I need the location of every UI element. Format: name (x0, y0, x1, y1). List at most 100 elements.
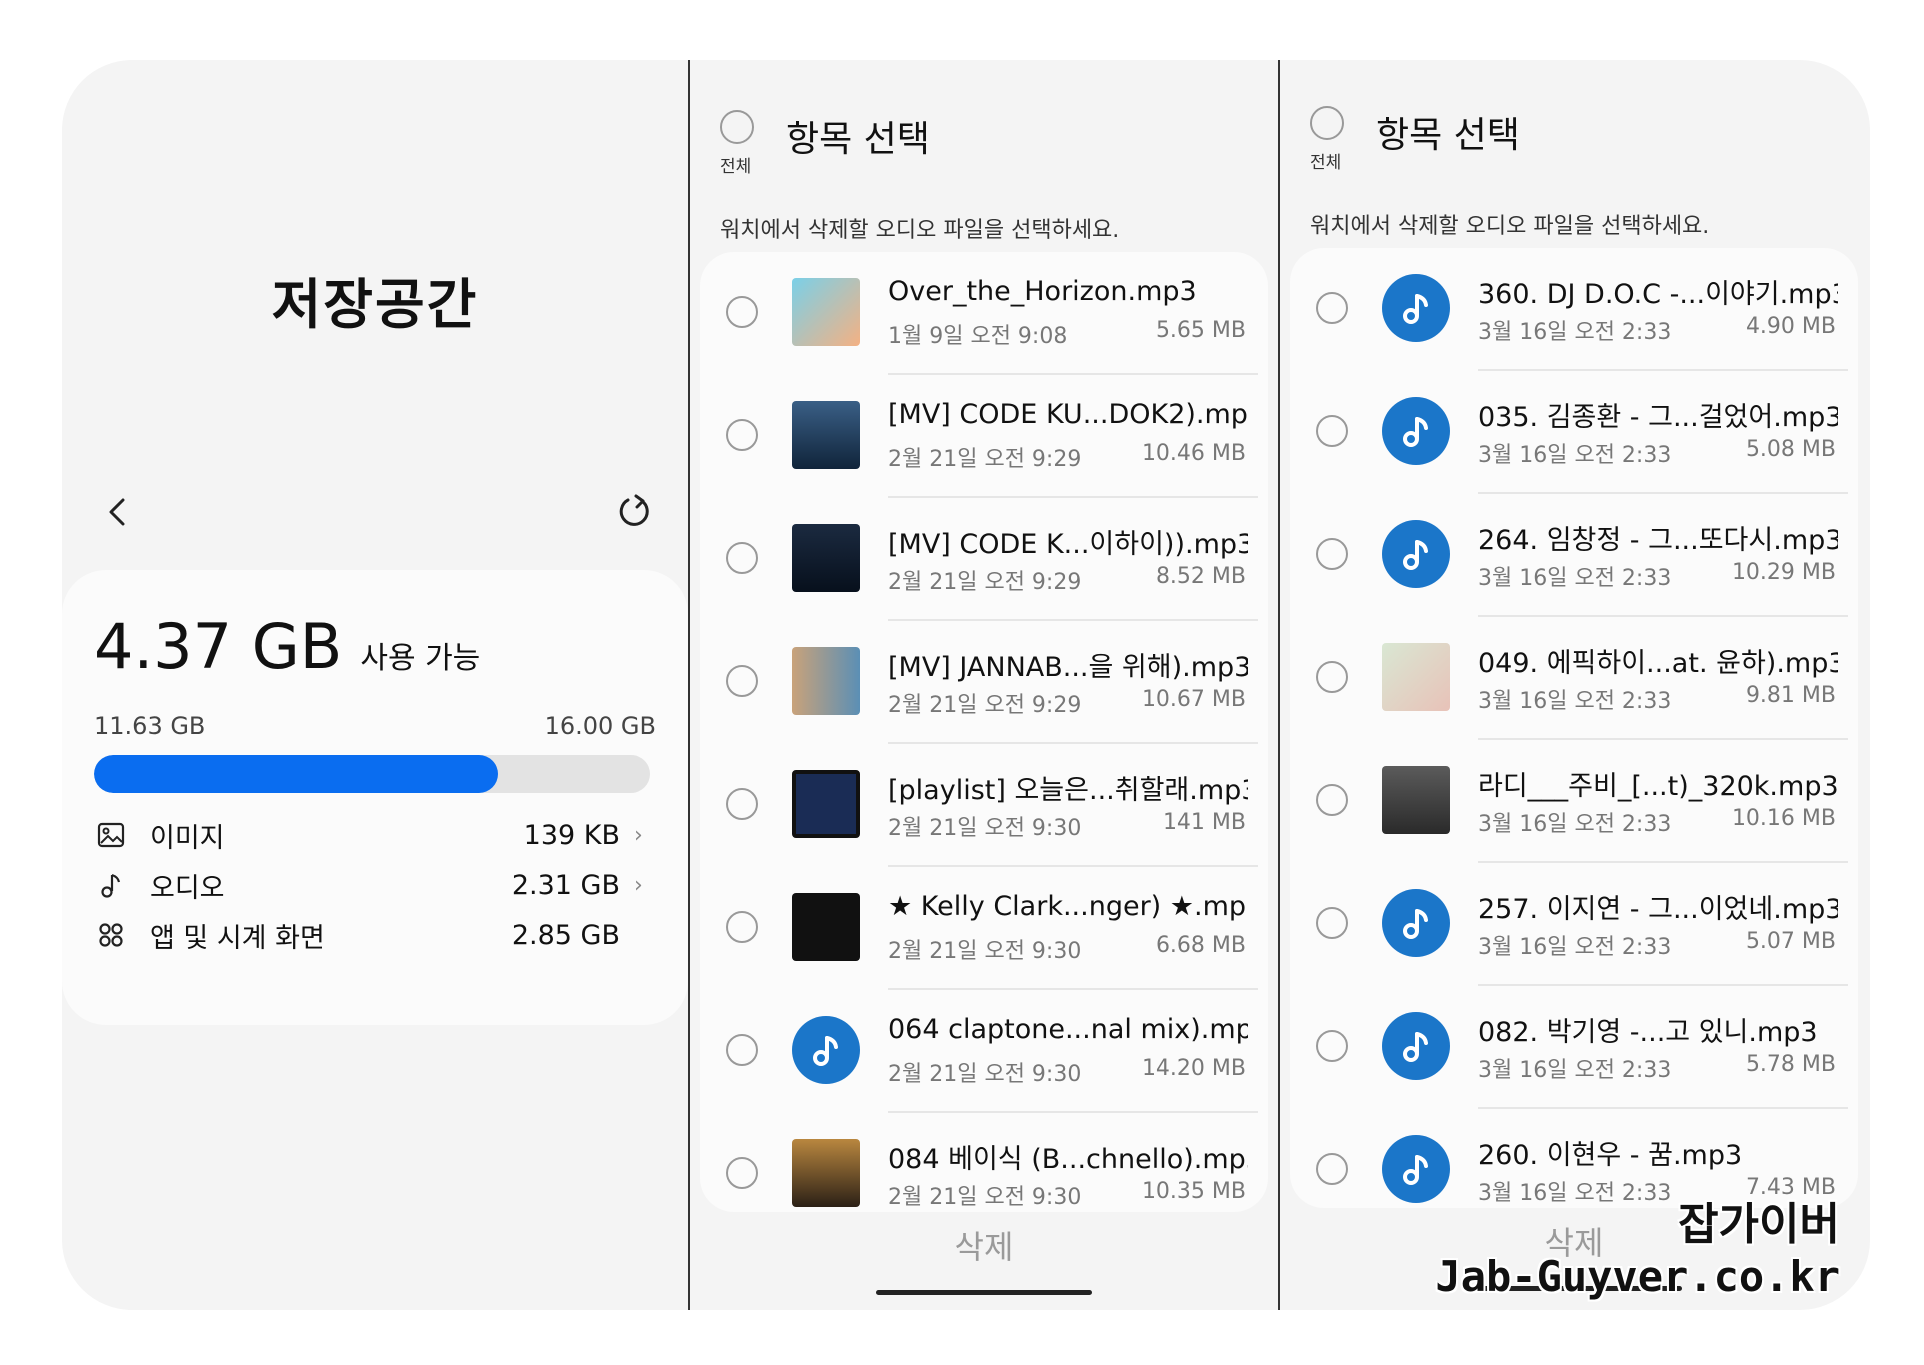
watermark: 잡가이버 Jab-Guyver.co.kr (1420, 1188, 1840, 1301)
select-title: 항목 선택 (1376, 115, 1520, 156)
image-icon (94, 818, 128, 852)
category-label: 앱 및 시계 화면 (150, 922, 325, 954)
available-summary: 4.37 GB 사용 가능 (94, 610, 480, 683)
music-file-icon (1382, 520, 1450, 588)
item-radio[interactable] (1316, 1030, 1348, 1062)
file-size: 10.16 MB (1731, 806, 1836, 831)
item-radio[interactable] (726, 1157, 758, 1189)
file-name: [playlist] 오늘은...취할래.mp3 (888, 775, 1248, 806)
list-item[interactable]: 049. 에픽하이...at. 윤하).mp3 3월 16일 오전 2:33 9.8… (1290, 617, 1858, 740)
file-size: 14.20 MB (1141, 1056, 1246, 1081)
music-file-icon (792, 1016, 860, 1084)
file-size: 5.08 MB (1745, 437, 1836, 462)
item-radio[interactable] (1316, 907, 1348, 939)
file-date: 3월 16일 오전 2:33 (1478, 566, 1672, 591)
available-label: 사용 가능 (360, 641, 481, 676)
select-header: 전체 항목 선택 (720, 110, 1260, 200)
select-panel-2: 전체 항목 선택 워치에서 삭제할 오디오 파일을 선택하세요. 360. DJ… (1280, 60, 1868, 1306)
storage-progress-fill (94, 755, 499, 793)
file-size: 4.90 MB (1745, 314, 1836, 339)
file-date: 3월 16일 오전 2:33 (1478, 689, 1672, 714)
back-icon[interactable] (96, 490, 140, 534)
album-art-thumbnail (792, 401, 860, 469)
list-item[interactable]: 360. DJ D.O.C -...이야기.mp3 3월 16일 오전 2:33 4… (1290, 248, 1858, 371)
item-radio[interactable] (1316, 1153, 1348, 1185)
screenshot-frame: 저장공간 4.37 GB 사용 가능 11.63 GB 16.00 GB 이미지 (62, 60, 1870, 1310)
item-radio[interactable] (726, 542, 758, 574)
category-size: 139 KB (523, 819, 620, 851)
file-date: 3월 16일 오전 2:33 (1478, 320, 1672, 345)
album-art-thumbnail (792, 770, 860, 838)
album-art-thumbnail (792, 278, 860, 346)
item-radio[interactable] (726, 419, 758, 451)
category-row-audio[interactable]: 오디오 2.31 GB › (94, 860, 650, 910)
home-indicator (876, 1290, 1092, 1295)
file-size: 9.81 MB (1745, 683, 1836, 708)
item-radio[interactable] (726, 1034, 758, 1066)
list-item[interactable]: Over_the_Horizon.mp3 1월 9일 오전 9:08 5.65 MB (700, 252, 1268, 375)
item-radio[interactable] (726, 911, 758, 943)
file-date: 2월 21일 오전 9:29 (888, 570, 1082, 595)
chevron-right-icon: › (634, 872, 643, 898)
delete-button[interactable]: 삭제 (690, 1222, 1278, 1268)
list-item[interactable]: 082. 박기영 -...고 있니.mp3 3월 16일 오전 2:33 5.78 … (1290, 986, 1858, 1109)
list-item[interactable]: [MV] CODE KU...DOK2).mp3 2월 21일 오전 9:29 10… (700, 375, 1268, 498)
select-header: 전체 항목 선택 (1310, 106, 1850, 196)
list-item[interactable]: 264. 임창정 - 그...또다시.mp3 3월 16일 오전 2:33 10.2… (1290, 494, 1858, 617)
file-size: 10.29 MB (1731, 560, 1836, 585)
file-size: 5.07 MB (1745, 929, 1836, 954)
item-radio[interactable] (1316, 784, 1348, 816)
select-title: 항목 선택 (786, 119, 930, 160)
album-art-thumbnail (792, 647, 860, 715)
file-date: 3월 16일 오전 2:33 (1478, 443, 1672, 468)
file-date: 2월 21일 오전 9:29 (888, 693, 1082, 718)
list-item[interactable]: ★ Kelly Clark...nger) ★.mp3 2월 21일 오전 9:3… (700, 867, 1268, 990)
music-file-icon (1382, 397, 1450, 465)
file-name: ★ Kelly Clark...nger) ★.mp3 (888, 891, 1248, 922)
item-radio[interactable] (726, 296, 758, 328)
item-radio[interactable] (1316, 292, 1348, 324)
list-item[interactable]: 라디___주비_[...t)_320k.mp3 3월 16일 오전 2:33 10.… (1290, 740, 1858, 863)
file-size: 10.46 MB (1141, 441, 1246, 466)
music-file-icon (1382, 274, 1450, 342)
storage-panel: 저장공간 4.37 GB 사용 가능 11.63 GB 16.00 GB 이미지 (62, 60, 688, 1310)
item-radio[interactable] (1316, 661, 1348, 693)
select-all-radio[interactable] (720, 110, 754, 144)
category-size: 2.31 GB (511, 869, 620, 901)
category-label: 이미지 (150, 822, 225, 854)
item-radio[interactable] (1316, 415, 1348, 447)
item-radio[interactable] (726, 665, 758, 697)
watermark-line-1: 잡가이버 (1678, 1199, 1840, 1250)
file-size: 141 MB (1162, 810, 1246, 835)
select-panel-1: 전체 항목 선택 워치에서 삭제할 오디오 파일을 선택하세요. Over_th… (690, 60, 1278, 1310)
file-name: 라디___주비_[...t)_320k.mp3 (1478, 771, 1838, 802)
file-name: 260. 이현우 - 꿈.mp3 (1478, 1140, 1743, 1171)
select-all-label: 전체 (1310, 153, 1342, 173)
refresh-icon[interactable] (612, 490, 656, 534)
chevron-right-icon: › (634, 822, 643, 848)
select-all-radio[interactable] (1310, 106, 1344, 140)
category-label: 오디오 (150, 872, 225, 904)
list-item[interactable]: [playlist] 오늘은...취할래.mp3 2월 21일 오전 9:30 14… (700, 744, 1268, 867)
list-item[interactable]: 064 claptone...nal mix).mp3 2월 21일 오전 9:3… (700, 990, 1268, 1113)
category-row-images[interactable]: 이미지 139 KB › (94, 810, 650, 860)
item-radio[interactable] (1316, 538, 1348, 570)
file-name: 360. DJ D.O.C -...이야기.mp3 (1478, 279, 1838, 310)
album-art-thumbnail (792, 1139, 860, 1207)
file-date: 3월 16일 오전 2:33 (1478, 812, 1672, 837)
audio-file-list: 360. DJ D.O.C -...이야기.mp3 3월 16일 오전 2:33 4… (1290, 248, 1858, 1208)
file-size: 8.52 MB (1155, 564, 1246, 589)
list-item[interactable]: 035. 김종환 - 그...걸었어.mp3 3월 16일 오전 2:33 5.08… (1290, 371, 1858, 494)
list-item[interactable]: 257. 이지연 - 그...이었네.mp3 3월 16일 오전 2:33 5.07… (1290, 863, 1858, 986)
file-name: Over_the_Horizon.mp3 (888, 276, 1197, 307)
file-name: 084 베이식 (B...chnello).mp3 (888, 1144, 1248, 1175)
list-item[interactable]: [MV] JANNAB...을 위해).mp3 2월 21일 오전 9:29 10.… (700, 621, 1268, 744)
list-item[interactable]: [MV] CODE K...이하이)).mp3 2월 21일 오전 9:29 8.5… (700, 498, 1268, 621)
list-item[interactable]: 084 베이식 (B...chnello).mp3 2월 21일 오전 9:30 1… (700, 1113, 1268, 1212)
album-art-thumbnail (792, 524, 860, 592)
file-date: 2월 21일 오전 9:30 (888, 1185, 1082, 1210)
file-name: [MV] JANNAB...을 위해).mp3 (888, 652, 1248, 683)
file-date: 2월 21일 오전 9:29 (888, 447, 1082, 472)
audio-file-list: Over_the_Horizon.mp3 1월 9일 오전 9:08 5.65 MB… (700, 252, 1268, 1212)
item-radio[interactable] (726, 788, 758, 820)
